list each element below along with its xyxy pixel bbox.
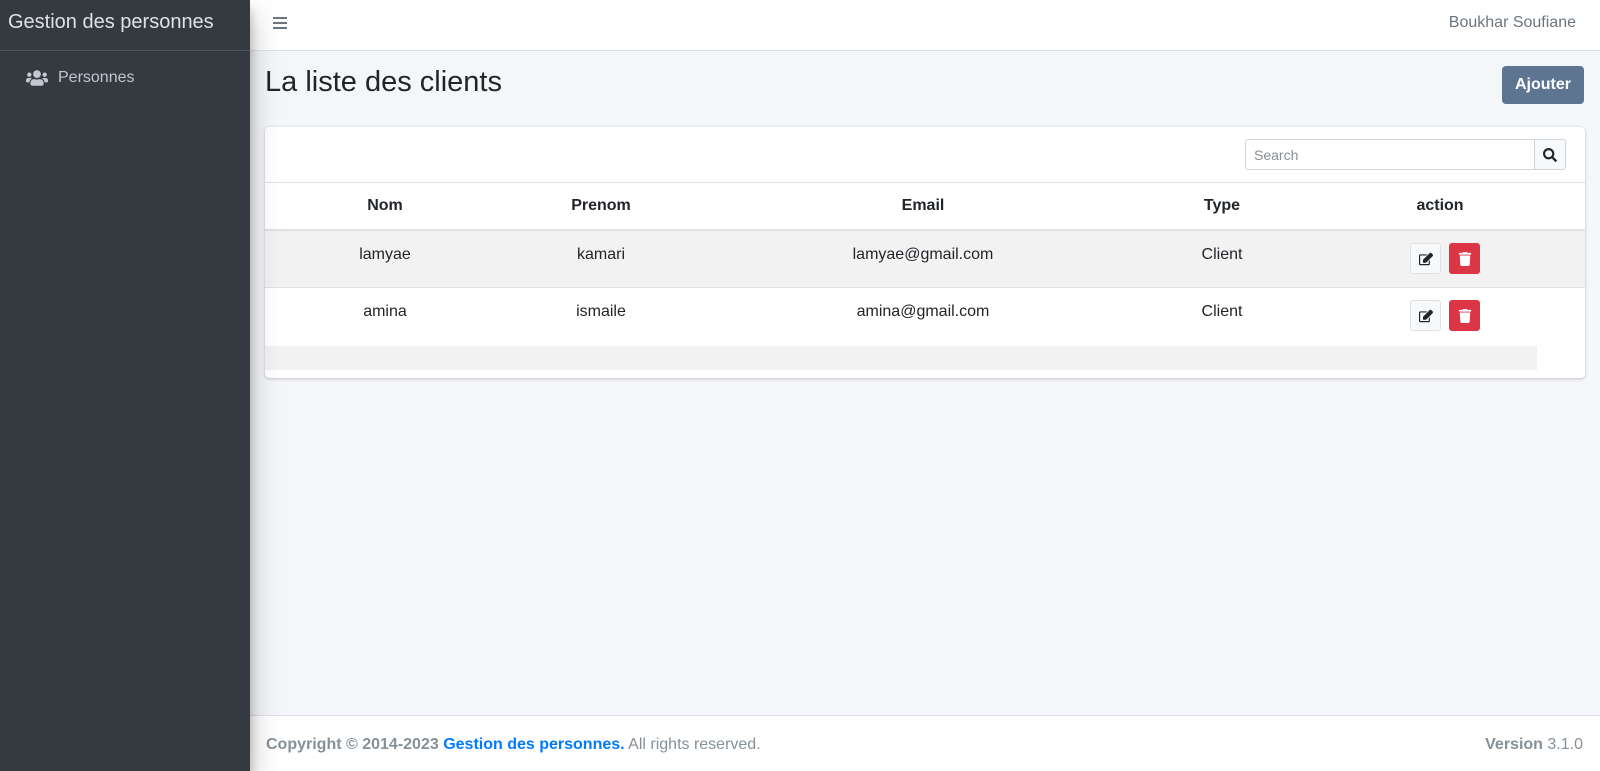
column-header-nom[interactable]: Nom <box>265 183 505 229</box>
column-header-type[interactable]: Type <box>1149 183 1295 229</box>
cell-email: amina@gmail.com <box>856 303 990 320</box>
cell-type: Client <box>1201 303 1243 320</box>
version-number: 3.1.0 <box>1547 736 1583 753</box>
cell-nom: lamyae <box>359 246 411 263</box>
cell-email: lamyae@gmail.com <box>852 246 994 263</box>
edit-button[interactable] <box>1410 300 1441 331</box>
column-header-email[interactable]: Email <box>697 183 1149 229</box>
page-title: La liste des clients <box>265 66 502 98</box>
version-label: Version <box>1485 736 1543 753</box>
footer-copyright: Copyright © 2014-2023 Gestion des person… <box>266 736 761 754</box>
edit-button[interactable] <box>1410 243 1441 274</box>
table-row: lamyae kamari lamyae@gmail.com Client <box>265 231 1585 288</box>
menu-icon[interactable] <box>272 14 290 32</box>
top-navbar: Boukhar Soufiane <box>250 0 1600 51</box>
table-header: Nom Prenom Email Type action <box>265 182 1585 231</box>
users-icon <box>26 70 48 86</box>
trash-icon <box>1458 251 1471 266</box>
clients-card: Nom Prenom Email Type action lamyae kama… <box>265 127 1585 378</box>
table-empty-row <box>265 346 1537 370</box>
cell-action <box>1295 231 1585 287</box>
footer-brand-link[interactable]: Gestion des personnes. <box>443 736 624 753</box>
brand-title[interactable]: Gestion des personnes <box>0 0 250 51</box>
add-button[interactable]: Ajouter <box>1502 66 1584 104</box>
cell-prenom: kamari <box>576 246 625 263</box>
edit-icon <box>1418 252 1433 265</box>
search-icon <box>1543 147 1557 162</box>
user-name[interactable]: Boukhar Soufiane <box>1449 14 1576 32</box>
table-row: amina ismaile amina@gmail.com Client <box>265 288 1585 345</box>
delete-button[interactable] <box>1449 300 1480 331</box>
column-header-prenom[interactable]: Prenom <box>505 183 697 229</box>
copyright-text: Copyright © 2014-2023 <box>266 736 439 753</box>
footer-version: Version 3.1.0 <box>1485 736 1583 754</box>
rights-text: All rights reserved. <box>628 736 761 753</box>
sidebar-item-personnes[interactable]: Personnes <box>8 62 242 94</box>
trash-icon <box>1458 308 1471 323</box>
cell-nom: amina <box>363 303 407 320</box>
sidebar-item-label: Personnes <box>58 69 135 86</box>
sidebar: Gestion des personnes Personnes <box>0 0 250 771</box>
footer: Copyright © 2014-2023 Gestion des person… <box>250 715 1600 771</box>
column-header-action: action <box>1416 197 1464 214</box>
cell-action <box>1295 288 1585 345</box>
search-input[interactable] <box>1245 139 1535 170</box>
delete-button[interactable] <box>1449 243 1480 274</box>
cell-type: Client <box>1201 246 1243 263</box>
edit-icon <box>1418 309 1433 322</box>
search-button[interactable] <box>1534 139 1566 170</box>
cell-prenom: ismaile <box>576 303 626 320</box>
